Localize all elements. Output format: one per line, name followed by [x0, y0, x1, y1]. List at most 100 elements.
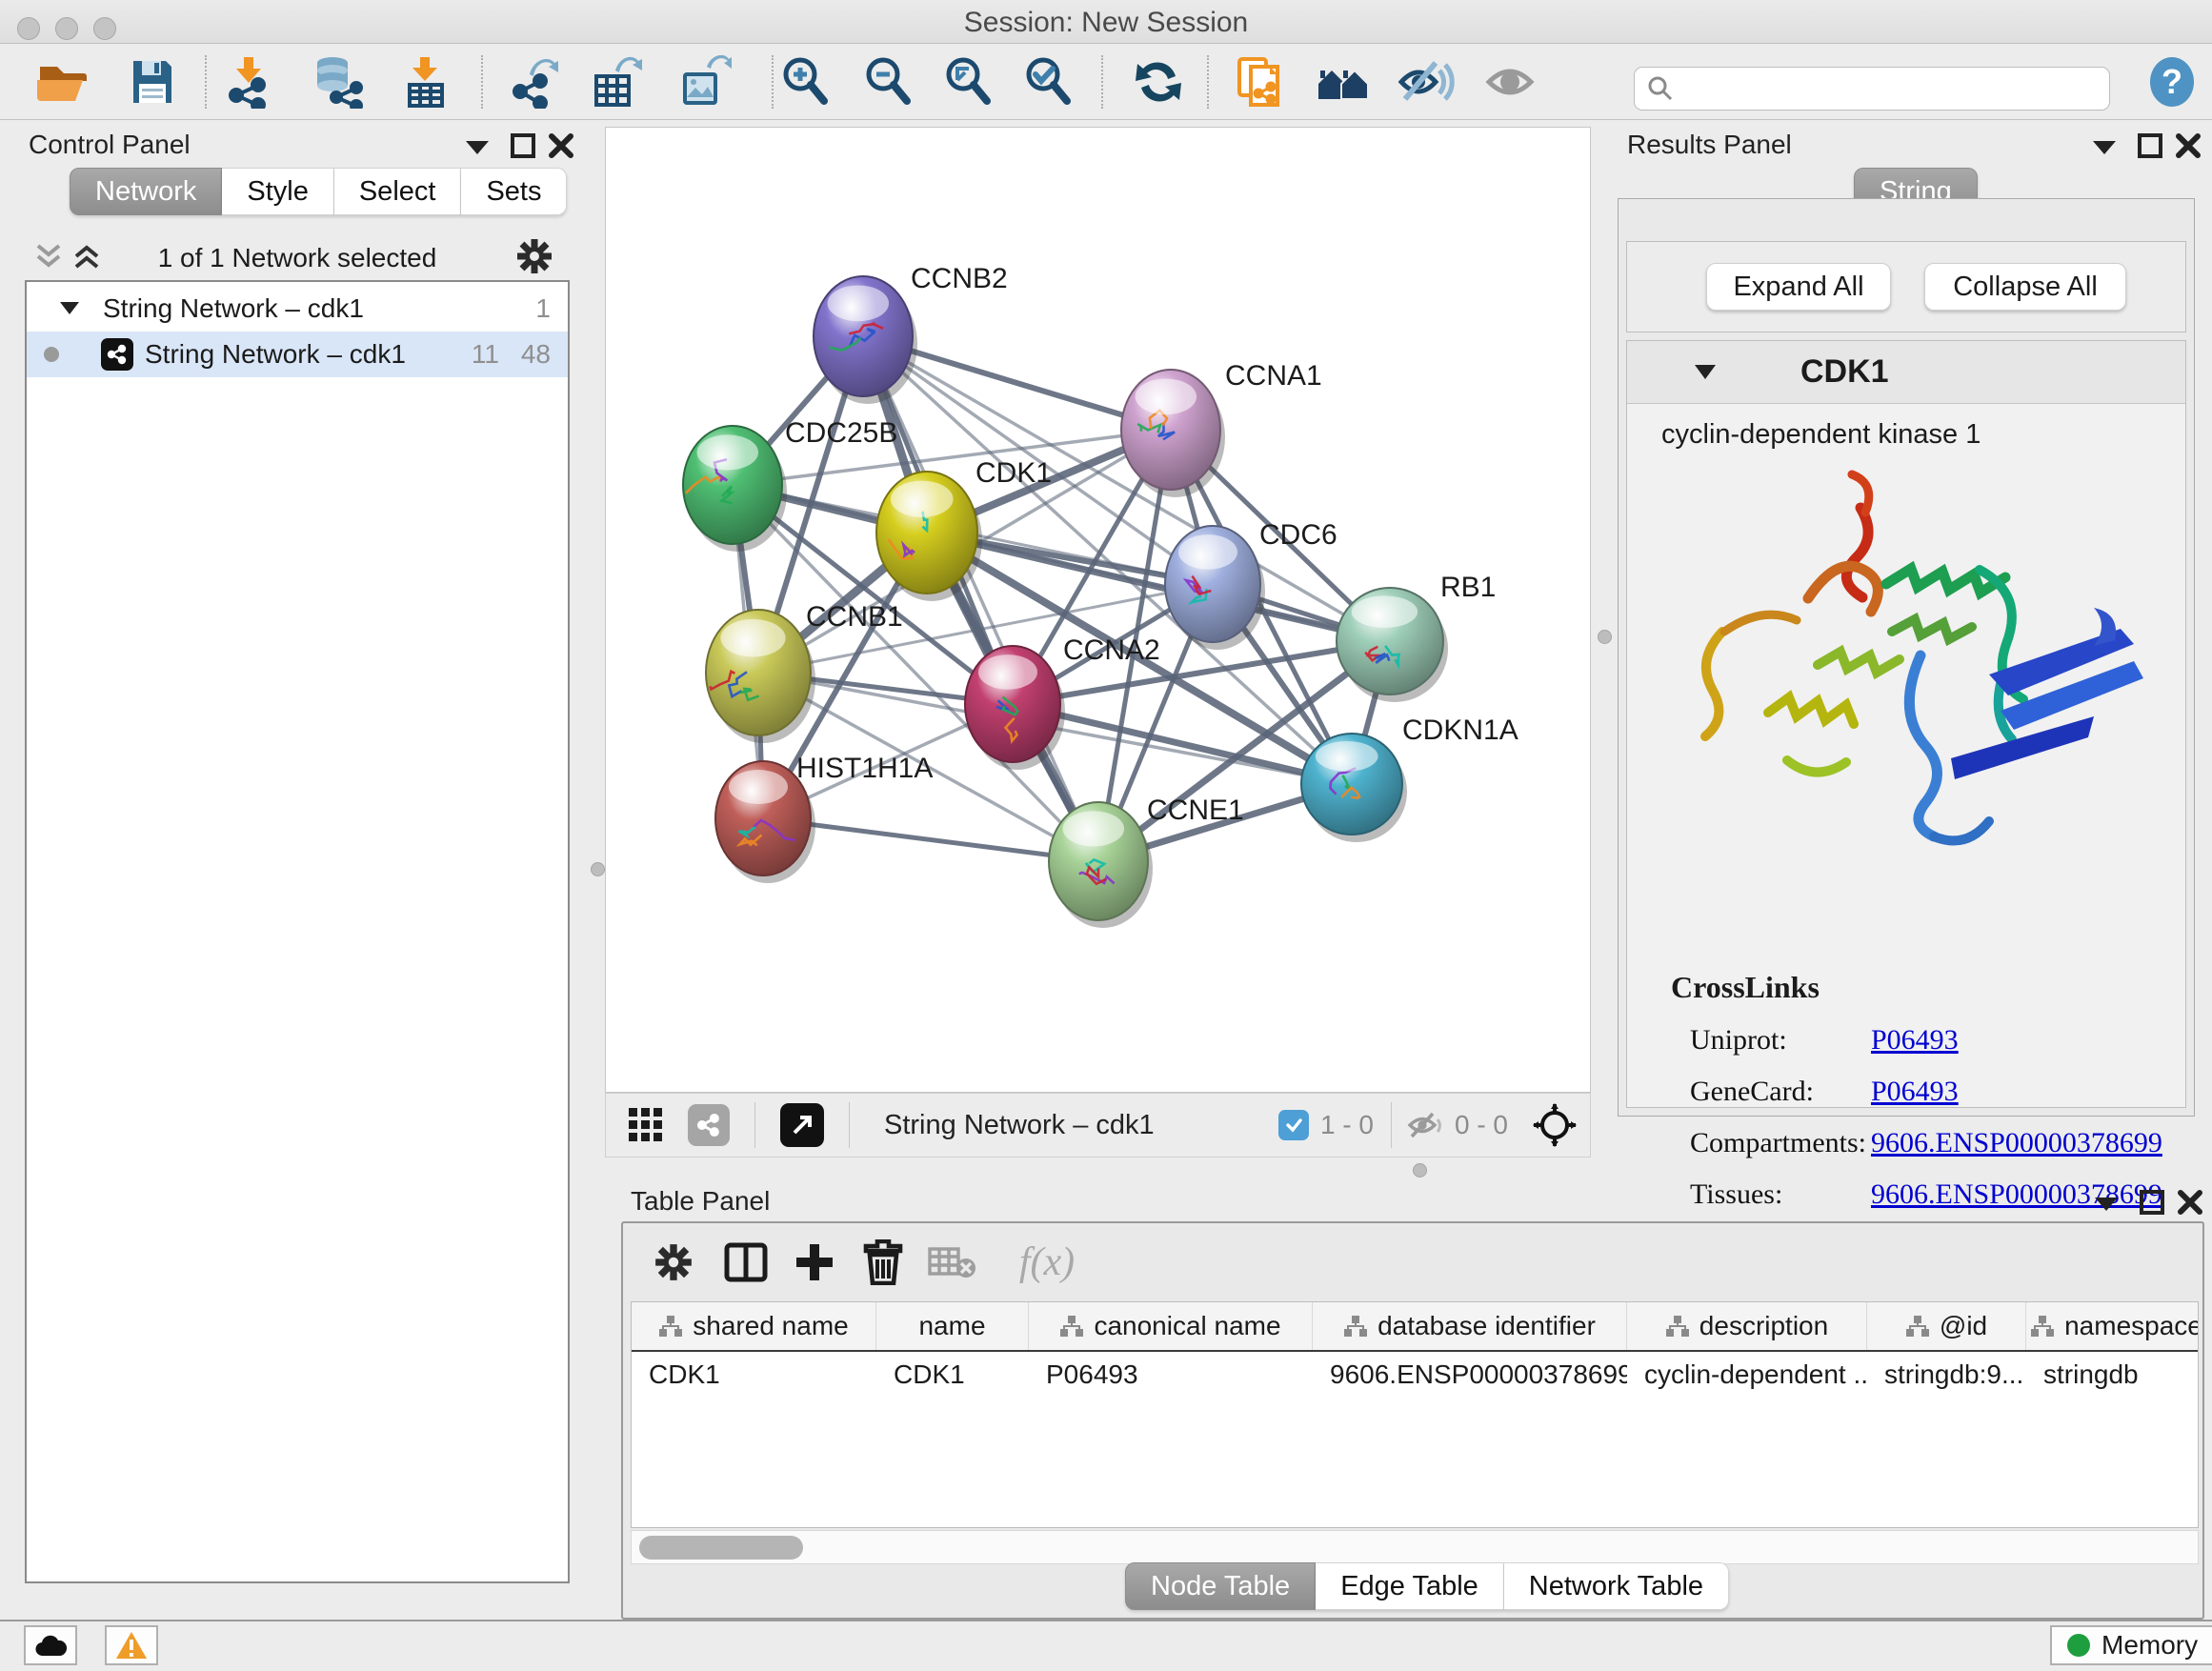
help-icon: ? [2145, 55, 2199, 109]
scrollbar-thumb[interactable] [639, 1536, 803, 1560]
first-neighbors-button[interactable] [1315, 53, 1372, 111]
float-panel-icon[interactable] [2138, 133, 2162, 158]
zoom-fit-button[interactable] [940, 53, 997, 111]
float-panel-icon[interactable] [2140, 1190, 2164, 1215]
status-bar: Memory [0, 1620, 2212, 1671]
copy-network-icon [1232, 53, 1289, 111]
network-collection-row[interactable]: String Network – cdk1 1 [27, 286, 568, 332]
save-session-button[interactable] [124, 53, 181, 111]
right-splitter-handle[interactable] [1598, 630, 1612, 644]
column-header-description[interactable]: description [1627, 1302, 1867, 1350]
table-cell[interactable]: 9606.ENSP00000378699 [1313, 1352, 1627, 1398]
column-header-shared-name[interactable]: shared name [632, 1302, 876, 1350]
node-CDKN1A[interactable] [1301, 734, 1407, 842]
show-columns-button[interactable] [716, 1233, 775, 1292]
node-CCNA2[interactable] [965, 646, 1065, 770]
node-CCNA1[interactable] [1121, 370, 1225, 497]
protein-result-card: CDK1 cyclin-dependent kinase 1 [1626, 340, 2186, 1108]
tab-style[interactable]: Style [222, 168, 333, 215]
memory-button[interactable]: Memory [2050, 1625, 2212, 1665]
collapse-panel-icon[interactable] [465, 139, 490, 156]
close-panel-icon[interactable] [2176, 133, 2201, 158]
node-CDC6[interactable] [1165, 526, 1265, 650]
import-network-button[interactable] [221, 53, 278, 111]
search-input[interactable] [1675, 74, 2094, 104]
crosshair-icon[interactable] [1533, 1103, 1577, 1147]
crosslink-link[interactable]: P06493 [1871, 1076, 1959, 1107]
collapse-panel-icon[interactable] [2094, 1196, 2119, 1213]
duplicate-network-button[interactable] [1232, 53, 1289, 111]
zoom-selected-button[interactable] [1020, 53, 1077, 111]
export-table-button[interactable] [589, 53, 646, 111]
collapse-all-button[interactable]: Collapse All [1924, 263, 2126, 311]
hide-selected-button[interactable] [1398, 53, 1455, 111]
node-CCNE1[interactable] [1049, 802, 1153, 928]
node-RB1[interactable] [1337, 588, 1448, 702]
tab-edge-table[interactable]: Edge Table [1316, 1562, 1504, 1610]
import-table-button[interactable] [397, 53, 454, 111]
collection-expand-icon[interactable] [59, 301, 80, 316]
open-session-button[interactable] [33, 53, 90, 111]
export-image-button[interactable] [676, 53, 734, 111]
left-splitter-handle[interactable] [591, 862, 605, 876]
zoom-in-button[interactable] [777, 53, 835, 111]
tab-network-table[interactable]: Network Table [1504, 1562, 1729, 1610]
crosslink-link[interactable]: P06493 [1871, 1024, 1959, 1056]
grid-mode-icon[interactable] [627, 1106, 665, 1144]
show-all-button[interactable] [1483, 53, 1540, 111]
column-header-namespace[interactable]: namespace [2026, 1302, 2199, 1350]
tab-node-table[interactable]: Node Table [1125, 1562, 1316, 1610]
table-cell[interactable]: CDK1 [876, 1352, 1029, 1398]
node-CCNB1[interactable] [706, 610, 815, 743]
close-panel-icon[interactable] [549, 133, 573, 158]
network-row-selected[interactable]: String Network – cdk1 11 48 [27, 332, 568, 377]
cloud-status-button[interactable] [24, 1625, 77, 1665]
column-header-canonical-name[interactable]: canonical name [1029, 1302, 1313, 1350]
zoom-out-button[interactable] [860, 53, 917, 111]
apply-layout-button[interactable] [1130, 53, 1187, 111]
birdseye-view-icon[interactable] [780, 1103, 824, 1147]
table-cell[interactable]: stringdb [2026, 1352, 2199, 1398]
tab-sets[interactable]: Sets [461, 168, 567, 215]
table-cell[interactable]: CDK1 [632, 1352, 876, 1398]
import-network-from-database-button[interactable] [310, 53, 367, 111]
table-cell[interactable]: P06493 [1029, 1352, 1313, 1398]
column-header-@id[interactable]: @id [1867, 1302, 2026, 1350]
create-column-button[interactable] [785, 1233, 844, 1292]
bottom-splitter-handle[interactable] [1413, 1163, 1427, 1178]
function-builder-button[interactable]: f(x) [995, 1233, 1099, 1292]
results-panel-title: Results Panel [1627, 130, 1792, 160]
table-options-button[interactable] [644, 1233, 703, 1292]
close-panel-icon[interactable] [2178, 1190, 2202, 1215]
warnings-button[interactable] [105, 1625, 158, 1665]
node-CCNB2[interactable] [814, 276, 917, 404]
column-header-database-identifier[interactable]: database identifier [1313, 1302, 1627, 1350]
column-header-name[interactable]: name [876, 1302, 1029, 1350]
float-panel-icon[interactable] [511, 133, 535, 158]
main-toolbar: ? [0, 44, 2212, 120]
eye-slash-icon [1398, 53, 1455, 111]
string-view-icon[interactable] [688, 1104, 730, 1146]
search-bar[interactable] [1634, 67, 2110, 111]
tab-select[interactable]: Select [334, 168, 462, 215]
table-row[interactable]: CDK1CDK1P064939606.ENSP00000378699cyclin… [632, 1352, 2198, 1398]
collapse-panel-icon[interactable] [2092, 139, 2117, 156]
expand-all-button[interactable]: Expand All [1706, 263, 1891, 311]
string-network-graph[interactable]: CCNB2CCNA1CDC25BCDK1CDC6RB1CCNB1CCNA2CDK… [606, 128, 1590, 1092]
tab-network[interactable]: Network [70, 168, 222, 215]
crosslink-link[interactable]: 9606.ENSP00000378699 [1871, 1127, 2162, 1158]
node-CDK1[interactable] [876, 472, 982, 601]
column-header-label: name [918, 1311, 985, 1341]
table-cell[interactable]: stringdb:9... [1867, 1352, 2026, 1398]
help-button[interactable]: ? [2143, 53, 2201, 111]
delete-table-button[interactable] [922, 1233, 981, 1292]
collapse-section-icon[interactable] [1694, 364, 1717, 380]
node-table[interactable]: shared name name canonical namedatabase id… [631, 1301, 2199, 1528]
protein-header[interactable]: CDK1 [1627, 341, 2185, 404]
table-horizontal-scrollbar[interactable] [631, 1530, 2199, 1564]
export-network-button[interactable] [507, 53, 564, 111]
network-view[interactable]: CCNB2CCNA1CDC25BCDK1CDC6RB1CCNB1CCNA2CDK… [605, 127, 1591, 1093]
network-options-gear-icon[interactable] [514, 236, 554, 276]
table-cell[interactable]: cyclin-dependent ... [1627, 1352, 1867, 1398]
delete-column-button[interactable] [854, 1233, 913, 1292]
